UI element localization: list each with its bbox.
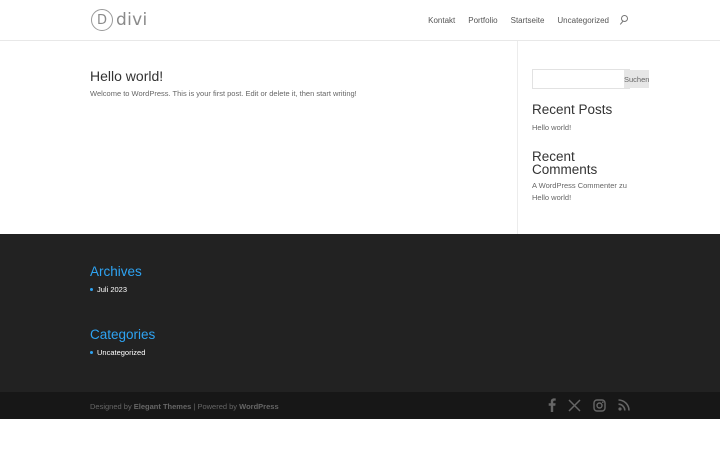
bullet-icon: [90, 288, 93, 291]
main-content: Hello world! Welcome to WordPress. This …: [0, 41, 720, 234]
wordpress-link[interactable]: WordPress: [239, 402, 278, 411]
social-icons: [536, 398, 630, 412]
facebook-icon[interactable]: [548, 398, 556, 412]
archive-item: Juli 2023: [90, 285, 127, 294]
footer-credits: Designed by Elegant Themes | Powered by …: [90, 402, 279, 411]
footer-bottom-bar: Designed by Elegant Themes | Powered by …: [0, 392, 720, 419]
x-icon[interactable]: [568, 398, 581, 412]
bullet-icon: [90, 351, 93, 354]
categories-heading: Categories: [90, 327, 156, 342]
nav-item-portfolio[interactable]: Portfolio: [468, 16, 497, 25]
archives-heading: Archives: [90, 264, 142, 279]
recent-comments-heading: Recent Comments: [532, 150, 598, 177]
nav-item-kontakt[interactable]: Kontakt: [428, 16, 455, 25]
nav-item-uncategorized[interactable]: Uncategorized: [557, 16, 609, 25]
comment-post-link[interactable]: Hello world!: [532, 193, 571, 202]
post-excerpt: Welcome to WordPress. This is your first…: [90, 89, 357, 98]
search-button[interactable]: Suchen: [624, 70, 650, 88]
comment-on-text: zu: [618, 181, 627, 190]
logo-text: divi: [116, 10, 148, 30]
footer-widgets: Archives Juli 2023 Categories Uncategori…: [0, 234, 720, 392]
designed-by-text: Designed by: [90, 402, 132, 411]
rss-icon[interactable]: [618, 398, 630, 412]
post-title[interactable]: Hello world!: [90, 68, 163, 84]
archive-link[interactable]: Juli 2023: [97, 285, 127, 294]
recent-comments-heading-line2: Comments: [532, 162, 598, 177]
comment-author-link[interactable]: A WordPress Commenter: [532, 181, 617, 190]
recent-posts-heading: Recent Posts: [532, 102, 613, 117]
search-icon[interactable]: [619, 15, 630, 25]
category-item: Uncategorized: [90, 348, 145, 357]
logo-mark-icon: D: [91, 9, 113, 31]
elegant-themes-link[interactable]: Elegant Themes: [134, 402, 192, 411]
search-input[interactable]: [533, 70, 624, 88]
site-logo[interactable]: D divi: [91, 9, 148, 31]
recent-comment: A WordPress Commenter zu Hello world!: [532, 180, 632, 204]
recent-post-link[interactable]: Hello world!: [532, 123, 571, 132]
sidebar-search: Suchen: [532, 69, 650, 89]
main-nav: Kontakt Portfolio Startseite Uncategoriz…: [415, 15, 630, 25]
site-header: D divi Kontakt Portfolio Startseite Unca…: [0, 0, 720, 41]
category-link[interactable]: Uncategorized: [97, 348, 145, 357]
powered-by-text: | Powered by: [193, 402, 238, 411]
nav-item-startseite[interactable]: Startseite: [511, 16, 545, 25]
instagram-icon[interactable]: [593, 398, 606, 412]
sidebar-divider: [517, 41, 518, 234]
